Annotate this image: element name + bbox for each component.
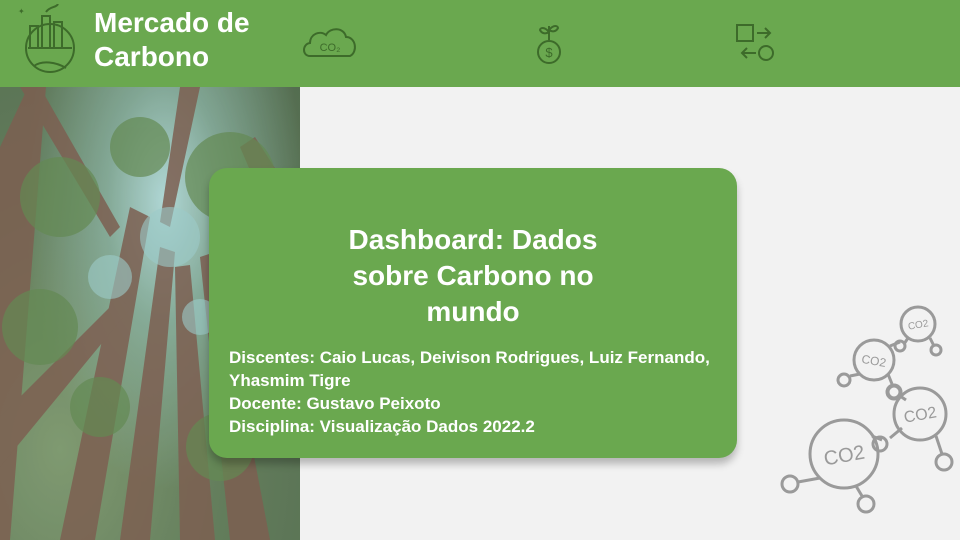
money-plant-icon: $ [537,25,561,64]
svg-text:✦: ✦ [18,7,25,16]
docente-text: Docente: Gustavo Peixoto [229,394,441,413]
cloud-text: CO₂ [320,42,341,54]
co2-molecules-decoration: CO2 CO2 CO2 CO2 [780,305,954,514]
title-card: Dashboard: Dados sobre Carbono no mundo … [209,168,737,458]
molecule-label-top: CO2 [907,318,930,332]
molecule-label-medium: CO2 [903,404,938,426]
exchange-icon [736,24,774,61]
card-info: Discentes: Caio Lucas, Deivison Rodrigue… [229,346,719,438]
page-title: Mercado de Carbono [94,6,294,74]
co2-cloud-icon: CO₂ [303,28,356,57]
header-bar: ✦ Mercado de Carbono CO₂ $ [0,0,960,87]
molecule-label-large: CO2 [822,442,866,471]
card-title: Dashboard: Dados sobre Carbono no mundo [348,224,598,327]
title-line-1: Mercado de [94,7,250,38]
molecule-label-small: CO2 [860,352,887,370]
discentes-text: Discentes: Caio Lucas, Deivison Rodrigue… [229,348,710,390]
svg-text:$: $ [545,45,553,60]
title-line-2: Carbono [94,41,210,72]
earth-factory-icon: ✦ [18,4,75,73]
disciplina-text: Disciplina: Visualização Dados 2022.2 [229,417,535,436]
